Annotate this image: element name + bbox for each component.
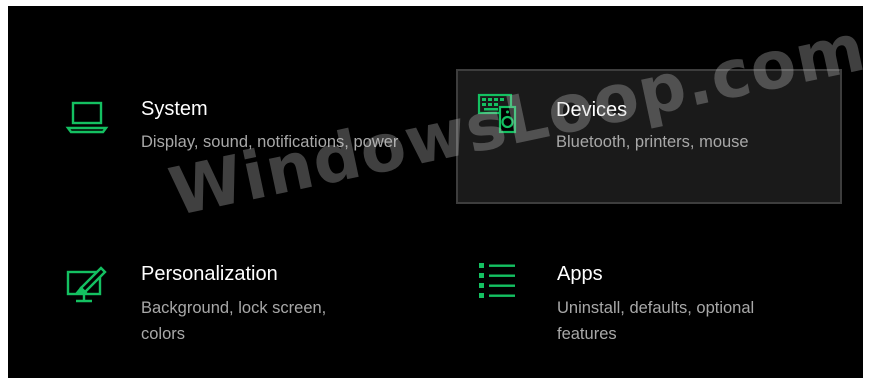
devices-icon (476, 91, 520, 135)
tile-personalization-title: Personalization (141, 263, 278, 285)
tile-devices-title: Devices (556, 99, 628, 121)
tile-personalization[interactable]: Personalization Background, lock screen,… (48, 246, 443, 366)
tile-personalization-description: Background, lock screen, colors (141, 299, 327, 343)
tile-system-description: Display, sound, notifications, power (141, 133, 399, 151)
tile-system[interactable]: System Display, sound, notifications, po… (48, 76, 443, 204)
tile-system-title: System (141, 98, 208, 120)
tile-devices-description: Bluetooth, printers, mouse (556, 133, 749, 151)
tile-apps-title: Apps (557, 263, 603, 285)
personalization-icon (65, 263, 109, 307)
apps-list-icon (475, 259, 519, 303)
settings-panel: System Display, sound, notifications, po… (8, 6, 863, 378)
tile-devices[interactable]: Devices Bluetooth, printers, mouse (456, 69, 842, 204)
tile-apps[interactable]: Apps Uninstall, defaults, optional featu… (456, 246, 842, 366)
tile-apps-description: Uninstall, defaults, optional features (557, 299, 755, 343)
laptop-icon (65, 95, 109, 139)
